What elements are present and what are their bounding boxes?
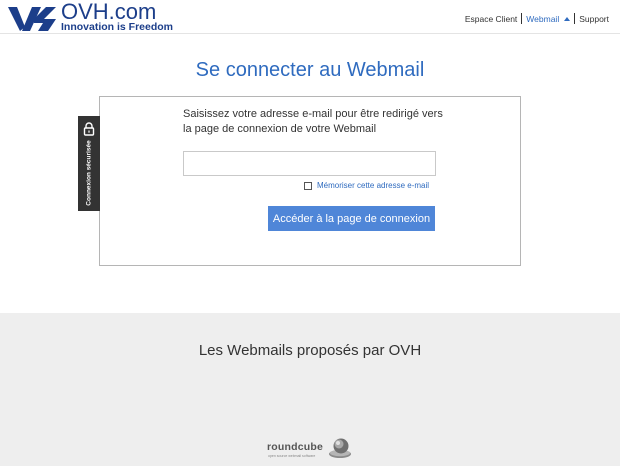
remember-email-option[interactable]: Mémoriser cette adresse e-mail: [304, 181, 429, 190]
top-navigation: Espace Client Webmail Support: [465, 13, 609, 24]
ovh-logo[interactable]: OVH.com Innovation is Freedom: [8, 0, 208, 33]
secure-connection-tab: Connexion sécurisée: [78, 116, 100, 211]
remember-email-label: Mémoriser cette adresse e-mail: [317, 181, 430, 190]
header: OVH.com Innovation is Freedom Espace Cli…: [0, 0, 620, 34]
nav-separator: [521, 13, 523, 24]
roundcube-subtitle: open source webmail software: [268, 454, 316, 458]
nav-separator: [574, 13, 576, 24]
roundcube-name: roundcube: [267, 441, 324, 453]
webmails-section-title: Les Webmails proposés par OVH: [198, 342, 422, 359]
email-input[interactable]: [183, 151, 436, 176]
login-instructions: Saisissez votre adresse e-mail pour être…: [183, 108, 443, 135]
roundcube-icon: [329, 438, 351, 458]
roundcube-webmail-link[interactable]: roundcube open source webmail software: [267, 437, 357, 463]
caret-up-icon[interactable]: [564, 16, 571, 21]
access-login-page-button[interactable]: Accéder à la page de connexion: [268, 206, 435, 231]
lock-icon: [83, 122, 95, 136]
webmails-section: Les Webmails proposés par OVH roundcube …: [0, 313, 620, 466]
nav-espace-client[interactable]: Espace Client: [465, 14, 517, 24]
page-title: Se connecter au Webmail: [195, 59, 425, 81]
remember-email-checkbox[interactable]: [304, 181, 312, 190]
brand-name: OVH.com: [61, 0, 157, 24]
nav-webmail[interactable]: Webmail: [526, 14, 559, 24]
brand-tagline: Innovation is Freedom: [61, 21, 174, 33]
secure-connection-label: Connexion sécurisée: [85, 140, 93, 206]
ovh-logo-icon: [8, 7, 56, 31]
nav-support[interactable]: Support: [579, 14, 609, 24]
